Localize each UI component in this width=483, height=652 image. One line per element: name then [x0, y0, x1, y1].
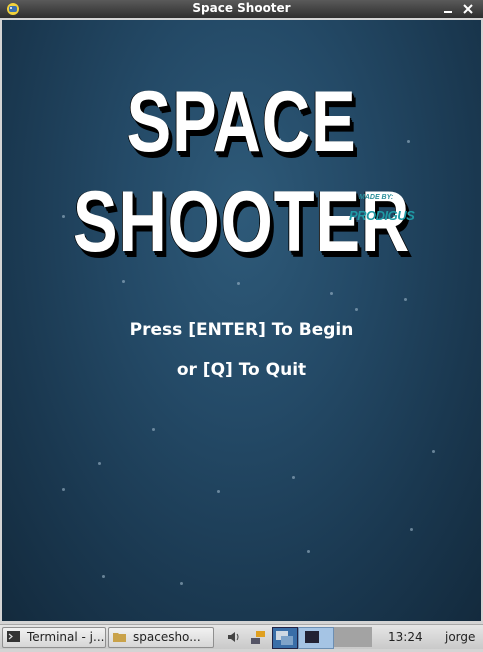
star [432, 450, 435, 453]
window-titlebar[interactable]: Space Shooter [0, 0, 483, 18]
terminal-icon [7, 631, 20, 642]
minimize-button[interactable] [440, 0, 456, 18]
close-icon [463, 4, 473, 14]
star [404, 298, 407, 301]
star [152, 428, 155, 431]
star [180, 582, 183, 585]
taskbar-terminal-button[interactable]: Terminal - j... [2, 627, 106, 648]
clock[interactable]: 13:24 [388, 630, 423, 644]
taskbar-task-label: spacesho... [133, 630, 201, 644]
star [330, 292, 333, 295]
star [307, 550, 310, 553]
terminal-thumb-icon [305, 631, 319, 643]
window-title: Space Shooter [192, 1, 291, 15]
start-prompt: Press [ENTER] To Begin [129, 320, 354, 340]
star [410, 528, 413, 531]
folder-icon [113, 633, 126, 642]
star [62, 488, 65, 491]
quit-prompt: or [Q] To Quit [176, 360, 307, 380]
star [98, 462, 101, 465]
workspace-3[interactable] [334, 627, 372, 647]
author-name: PRODIGUS [349, 208, 415, 223]
star [292, 476, 295, 479]
network-icon[interactable] [250, 629, 266, 645]
taskbar-folder-button[interactable]: spacesho... [108, 627, 214, 648]
workspace-1[interactable] [272, 627, 298, 649]
star [217, 490, 220, 493]
workspace-switcher-icon [276, 631, 293, 645]
star [237, 282, 240, 285]
taskbar-task-label: Terminal - j... [27, 630, 105, 644]
user-name[interactable]: jorge [445, 630, 475, 644]
volume-icon[interactable] [226, 629, 242, 645]
game-logo: SPACE SHOOTER [72, 74, 411, 270]
close-button[interactable] [460, 0, 476, 18]
minimize-icon [444, 11, 452, 13]
workspace-2[interactable] [298, 627, 334, 649]
star [102, 575, 105, 578]
made-by-label: MADE BY: [359, 194, 394, 201]
taskbar: Terminal - j... spacesho... 13:24 jorge [0, 624, 483, 649]
star [122, 280, 125, 283]
game-canvas[interactable]: SPACE SHOOTER MADE BY: PRODIGUS Press [E… [2, 20, 481, 621]
star [355, 308, 358, 311]
